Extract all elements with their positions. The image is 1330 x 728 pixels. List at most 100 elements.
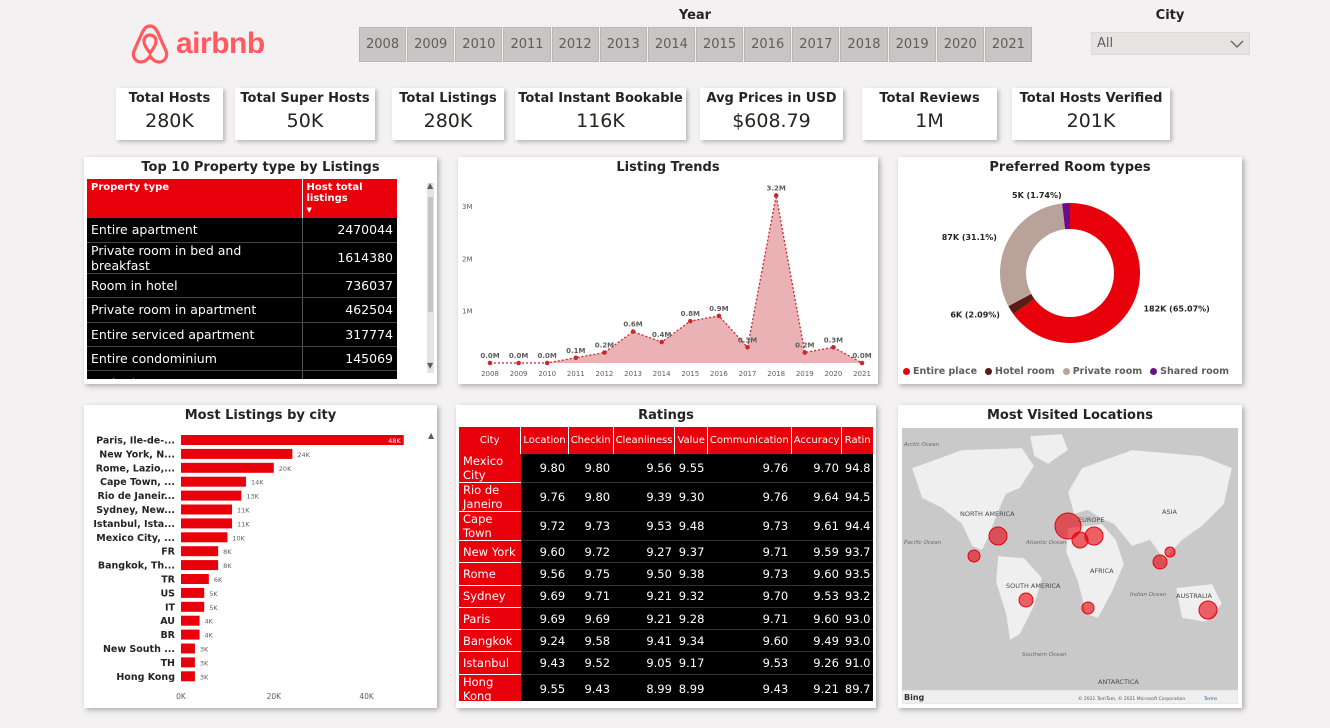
column-header-property-type[interactable]: Property type bbox=[87, 179, 302, 218]
table-row[interactable]: Istanbul 9.43 9.52 9.05 9.17 9.53 9.26 91.0 bbox=[459, 651, 873, 675]
legend-item-shared-room[interactable]: Shared room bbox=[1150, 366, 1229, 377]
column-header-accuracy[interactable]: Accuracy bbox=[791, 427, 843, 454]
trend-point[interactable] bbox=[659, 339, 664, 345]
table-row[interactable]: Room in hotel 736037 bbox=[87, 273, 397, 299]
world-map[interactable]: NORTH AMERICA EUROPE ASIA AFRICA SOUTH A… bbox=[902, 428, 1238, 704]
year-button-2009[interactable]: 2009 bbox=[407, 27, 455, 62]
year-button-2013[interactable]: 2013 bbox=[599, 27, 647, 62]
table-row[interactable]: Entire serviced apartment 317774 bbox=[87, 322, 397, 348]
table-row[interactable]: Hong Kong 9.55 9.43 8.99 8.99 9.43 9.21 89.7 bbox=[459, 674, 873, 701]
rating-cell: 9.27 bbox=[613, 540, 675, 564]
year-button-2021[interactable]: 2021 bbox=[984, 27, 1032, 62]
legend-item-hotel-room[interactable]: Hotel room bbox=[985, 366, 1055, 377]
room-types-donut: 182K (65.07%) 6K (2.09%) 87K (31.1%) 5K (1.… bbox=[942, 191, 1210, 343]
column-header-host-total-listings[interactable]: Host total listings ▼ bbox=[301, 179, 397, 218]
year-button-2020[interactable]: 2020 bbox=[936, 27, 984, 62]
trend-point[interactable] bbox=[602, 350, 607, 355]
trend-point[interactable] bbox=[544, 360, 550, 366]
table-scrollbar[interactable] bbox=[427, 183, 434, 373]
bar[interactable] bbox=[181, 462, 274, 473]
table-row[interactable]: Rome 9.56 9.75 9.50 9.38 9.73 9.60 93.5 bbox=[459, 562, 873, 586]
trend-point[interactable] bbox=[802, 350, 808, 355]
bar[interactable] bbox=[181, 657, 195, 668]
year-button-2014[interactable]: 2014 bbox=[647, 27, 695, 62]
bar[interactable] bbox=[181, 629, 200, 640]
bubble-sydney[interactable] bbox=[1198, 600, 1218, 620]
scroll-up-icon[interactable]: ▲ bbox=[428, 431, 434, 440]
city-dropdown[interactable]: All bbox=[1091, 32, 1250, 55]
bubble-cape-town[interactable] bbox=[1081, 601, 1095, 615]
bar[interactable] bbox=[181, 643, 195, 654]
bar[interactable] bbox=[181, 574, 209, 584]
column-header-location[interactable]: Location bbox=[520, 427, 569, 454]
donut-slice-private-room[interactable] bbox=[1000, 203, 1066, 307]
table-row[interactable]: Cape Town 9.72 9.73 9.53 9.48 9.73 9.61 94.4 bbox=[459, 511, 873, 541]
bubble-mexico-city[interactable] bbox=[967, 549, 981, 563]
bubble-new-york[interactable] bbox=[988, 526, 1008, 546]
trend-point[interactable] bbox=[716, 313, 722, 319]
year-button-2012[interactable]: 2012 bbox=[551, 27, 599, 62]
bubble-bangkok[interactable] bbox=[1152, 554, 1168, 570]
table-row[interactable]: Entire house115699 bbox=[87, 370, 397, 379]
legend-item-entire-place[interactable]: Entire place bbox=[903, 366, 977, 377]
trend-point[interactable] bbox=[573, 355, 579, 361]
scroll-up-icon[interactable]: ▲ bbox=[427, 181, 433, 190]
year-button-2016[interactable]: 2016 bbox=[744, 27, 792, 62]
year-button-2008[interactable]: 2008 bbox=[359, 27, 407, 62]
map-terms-link[interactable]: Terms bbox=[1203, 696, 1218, 702]
table-row[interactable]: Rio de Janeiro 9.76 9.80 9.39 9.30 9.76 9.64 94… bbox=[459, 482, 873, 512]
trend-point[interactable] bbox=[688, 318, 693, 324]
trend-point[interactable] bbox=[831, 344, 836, 350]
trend-point[interactable] bbox=[630, 329, 636, 334]
table-row[interactable]: Sydney 9.69 9.71 9.21 9.32 9.70 9.53 93.2 bbox=[459, 585, 873, 608]
rating-cell: 9.73 bbox=[707, 562, 792, 586]
scroll-down-icon[interactable]: ▼ bbox=[427, 361, 433, 370]
table-row[interactable]: Mexico City 9.80 9.80 9.56 9.55 9.76 9.70 94.8 bbox=[459, 454, 873, 483]
bubble-rio[interactable] bbox=[1018, 592, 1034, 608]
bar[interactable] bbox=[181, 587, 205, 598]
column-header-value[interactable]: Value bbox=[674, 427, 708, 454]
table-row[interactable]: Bangkok 9.24 9.58 9.41 9.34 9.60 9.49 93.0 bbox=[459, 629, 873, 653]
table-row[interactable]: Private room in apartment 462504 bbox=[87, 297, 397, 323]
column-header-city[interactable]: City bbox=[459, 427, 522, 454]
bar[interactable] bbox=[181, 560, 219, 571]
trend-point[interactable] bbox=[859, 360, 865, 366]
bar[interactable] bbox=[181, 504, 233, 515]
table-row[interactable]: Entire condominium 145069 bbox=[87, 346, 397, 372]
column-header-checkin[interactable]: Checkin bbox=[568, 427, 614, 454]
year-button-2019[interactable]: 2019 bbox=[888, 27, 936, 62]
trend-point[interactable] bbox=[516, 360, 521, 366]
bar[interactable] bbox=[181, 671, 195, 682]
year-button-2015[interactable]: 2015 bbox=[695, 27, 744, 62]
trend-point[interactable] bbox=[487, 360, 493, 366]
bar[interactable] bbox=[181, 490, 242, 501]
trend-point[interactable] bbox=[745, 344, 750, 350]
bar[interactable] bbox=[181, 435, 404, 445]
bar[interactable] bbox=[181, 448, 293, 459]
table-row[interactable]: Paris 9.69 9.69 9.21 9.28 9.71 9.60 93.0 bbox=[459, 607, 873, 631]
year-button-2017[interactable]: 2017 bbox=[792, 27, 840, 62]
table-row[interactable]: Entire apartment 2470044 bbox=[87, 218, 397, 243]
column-header-cleanliness[interactable]: Cleanliness bbox=[613, 427, 676, 454]
year-button-2018[interactable]: 2018 bbox=[840, 27, 888, 62]
bar[interactable] bbox=[181, 518, 233, 529]
bar[interactable] bbox=[181, 476, 246, 487]
kpi-card-total-instant-bookable: Total Instant Bookable 116K bbox=[515, 88, 686, 140]
table-row[interactable]: New York 9.60 9.72 9.27 9.37 9.71 9.59 93.7 bbox=[459, 540, 873, 564]
table-row[interactable]: Private room in bed and breakfast 1614380 bbox=[87, 242, 397, 274]
bar[interactable] bbox=[181, 601, 205, 612]
bar[interactable] bbox=[181, 532, 228, 543]
column-header-communication[interactable]: Communication bbox=[707, 427, 792, 454]
bar-category-label: Hong Kong bbox=[116, 672, 175, 683]
year-button-2011[interactable]: 2011 bbox=[503, 27, 551, 62]
bubble-hong-kong[interactable] bbox=[1164, 546, 1176, 558]
bubble-istanbul[interactable] bbox=[1084, 526, 1104, 546]
label-south-america: SOUTH AMERICA bbox=[1006, 582, 1061, 590]
year-button-2010[interactable]: 2010 bbox=[455, 27, 503, 62]
legend-item-private-room[interactable]: Private room bbox=[1062, 366, 1142, 377]
trend-point[interactable] bbox=[773, 193, 779, 198]
bar[interactable] bbox=[181, 546, 219, 557]
bar[interactable] bbox=[181, 615, 200, 626]
x-tick-label: 2014 bbox=[653, 370, 671, 378]
column-header-ratin[interactable]: Ratin bbox=[841, 427, 873, 454]
